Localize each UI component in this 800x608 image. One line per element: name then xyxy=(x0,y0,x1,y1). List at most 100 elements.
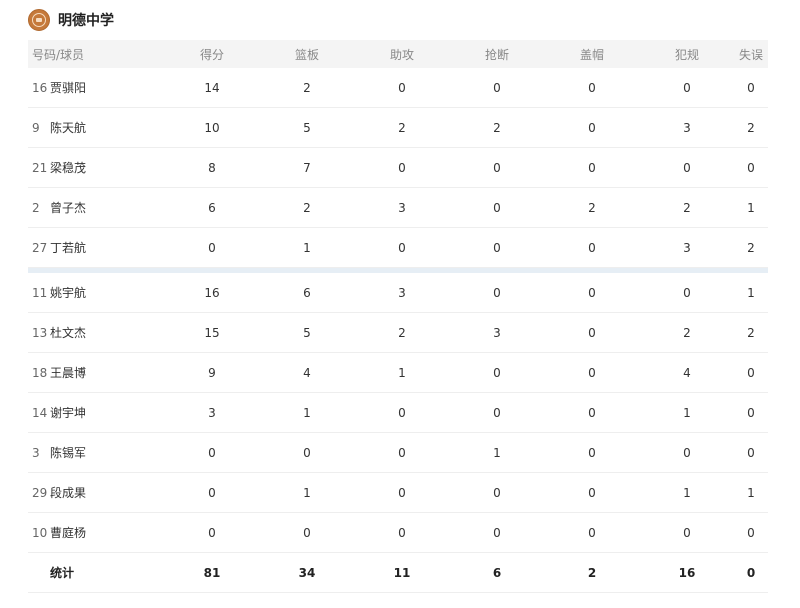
stat-steals: 0 xyxy=(493,240,501,255)
player-cell: 2 曾子杰 xyxy=(32,188,172,227)
stat-turnovers: 2 xyxy=(747,120,755,135)
header-rebounds: 篮板 xyxy=(294,47,319,62)
stat-points: 15 xyxy=(204,325,220,340)
player-cell: 27 丁若航 xyxy=(32,228,172,267)
player-cell: 13 杜文杰 xyxy=(32,313,172,352)
stat-rebounds: 1 xyxy=(303,485,311,500)
stat-assists: 0 xyxy=(398,80,406,95)
stat-rebounds: 1 xyxy=(303,240,311,255)
school-name: 明德中学 xyxy=(58,13,114,29)
stat-points: 14 xyxy=(204,80,220,95)
stat-fouls: 0 xyxy=(683,525,691,540)
stat-points: 6 xyxy=(208,200,216,215)
player-cell: 14 谢宇坤 xyxy=(32,393,172,432)
player-name: 梁稳茂 xyxy=(50,161,87,175)
player-row: 14 谢宇坤 3 1 0 0 0 1 0 xyxy=(28,393,768,433)
stat-points: 16 xyxy=(204,285,220,300)
school-emblem-icon xyxy=(28,9,50,31)
stat-turnovers: 1 xyxy=(747,285,755,300)
stat-rebounds: 0 xyxy=(303,525,311,540)
jersey-number: 29 xyxy=(32,485,48,500)
stat-rebounds: 6 xyxy=(303,285,311,300)
stat-blocks: 0 xyxy=(588,160,596,175)
stat-turnovers: 0 xyxy=(747,405,755,420)
stat-fouls: 0 xyxy=(683,160,691,175)
stat-rebounds: 2 xyxy=(303,200,311,215)
stat-turnovers: 0 xyxy=(747,445,755,460)
stat-blocks: 0 xyxy=(588,365,596,380)
total-rebounds: 34 xyxy=(298,565,316,580)
header-player: 号码/球员 xyxy=(32,47,85,62)
header-points: 得分 xyxy=(199,47,224,62)
stat-steals: 0 xyxy=(493,80,501,95)
player-cell: 9 陈天航 xyxy=(32,108,172,147)
stat-assists: 2 xyxy=(398,120,406,135)
player-row: 3 陈锡军 0 0 0 1 0 0 0 xyxy=(28,433,768,473)
stat-fouls: 3 xyxy=(683,120,691,135)
player-cell: 3 陈锡军 xyxy=(32,433,172,472)
stat-turnovers: 2 xyxy=(747,240,755,255)
player-cell: 29 段成果 xyxy=(32,473,172,512)
player-row: 2 曾子杰 6 2 3 0 2 2 1 xyxy=(28,188,768,228)
header-turnovers: 失误 xyxy=(738,47,763,62)
stat-turnovers: 2 xyxy=(747,325,755,340)
stat-points: 0 xyxy=(208,445,216,460)
stat-steals: 0 xyxy=(493,485,501,500)
stat-points: 0 xyxy=(208,525,216,540)
jersey-number: 2 xyxy=(32,200,40,215)
header-fouls: 犯规 xyxy=(674,47,699,62)
total-points: 81 xyxy=(203,565,221,580)
player-row: 9 陈天航 10 5 2 2 0 3 2 xyxy=(28,108,768,148)
player-row: 11 姚宇航 16 6 3 0 0 0 1 xyxy=(28,273,768,313)
stat-blocks: 0 xyxy=(588,485,596,500)
stat-points: 0 xyxy=(208,485,216,500)
stat-points: 3 xyxy=(208,405,216,420)
stat-fouls: 2 xyxy=(683,325,691,340)
jersey-number: 21 xyxy=(32,160,48,175)
player-name: 陈天航 xyxy=(50,121,87,135)
stat-assists: 3 xyxy=(398,200,406,215)
box-score-table: 号码/球员 得分 篮板 助攻 抢断 盖帽 犯规 失误 16 贾骐阳 14 2 0 0 0 0 0… xyxy=(28,40,768,593)
player-cell: 11 姚宇航 xyxy=(32,273,172,312)
total-assists: 11 xyxy=(393,565,411,580)
stat-assists: 2 xyxy=(398,325,406,340)
stat-blocks: 0 xyxy=(588,445,596,460)
player-name: 王晨博 xyxy=(50,366,87,380)
stat-steals: 0 xyxy=(493,525,501,540)
stat-blocks: 0 xyxy=(588,120,596,135)
stat-fouls: 2 xyxy=(683,200,691,215)
stat-steals: 3 xyxy=(493,325,501,340)
stat-steals: 0 xyxy=(493,160,501,175)
jersey-number: 27 xyxy=(32,240,48,255)
stat-rebounds: 2 xyxy=(303,80,311,95)
player-name: 杜文杰 xyxy=(50,326,87,340)
jersey-number: 14 xyxy=(32,405,48,420)
total-fouls: 16 xyxy=(678,565,696,580)
total-turnovers: 0 xyxy=(746,565,756,580)
jersey-number: 3 xyxy=(32,445,40,460)
player-row: 29 段成果 0 1 0 0 0 1 1 xyxy=(28,473,768,513)
stat-turnovers: 0 xyxy=(747,365,755,380)
stat-rebounds: 4 xyxy=(303,365,311,380)
stat-assists: 0 xyxy=(398,160,406,175)
jersey-number: 16 xyxy=(32,80,48,95)
header-blocks: 盖帽 xyxy=(579,47,604,62)
stat-points: 9 xyxy=(208,365,216,380)
stat-assists: 0 xyxy=(398,405,406,420)
stat-fouls: 1 xyxy=(683,405,691,420)
player-row: 18 王晨博 9 4 1 0 0 4 0 xyxy=(28,353,768,393)
stat-fouls: 3 xyxy=(683,240,691,255)
player-name: 曾子杰 xyxy=(50,201,87,215)
stat-steals: 0 xyxy=(493,405,501,420)
player-cell: 10 曹庭杨 xyxy=(32,513,172,552)
player-cell: 21 梁稳茂 xyxy=(32,148,172,187)
player-cell: 16 贾骐阳 xyxy=(32,68,172,107)
stat-blocks: 0 xyxy=(588,325,596,340)
stat-turnovers: 0 xyxy=(747,80,755,95)
stat-fouls: 1 xyxy=(683,485,691,500)
player-name: 曹庭杨 xyxy=(50,526,87,540)
jersey-number: 18 xyxy=(32,365,48,380)
jersey-number: 11 xyxy=(32,285,48,300)
totals-label: 统计 xyxy=(50,566,75,580)
totals-row: 统计 81 34 11 6 2 16 0 xyxy=(28,553,768,593)
